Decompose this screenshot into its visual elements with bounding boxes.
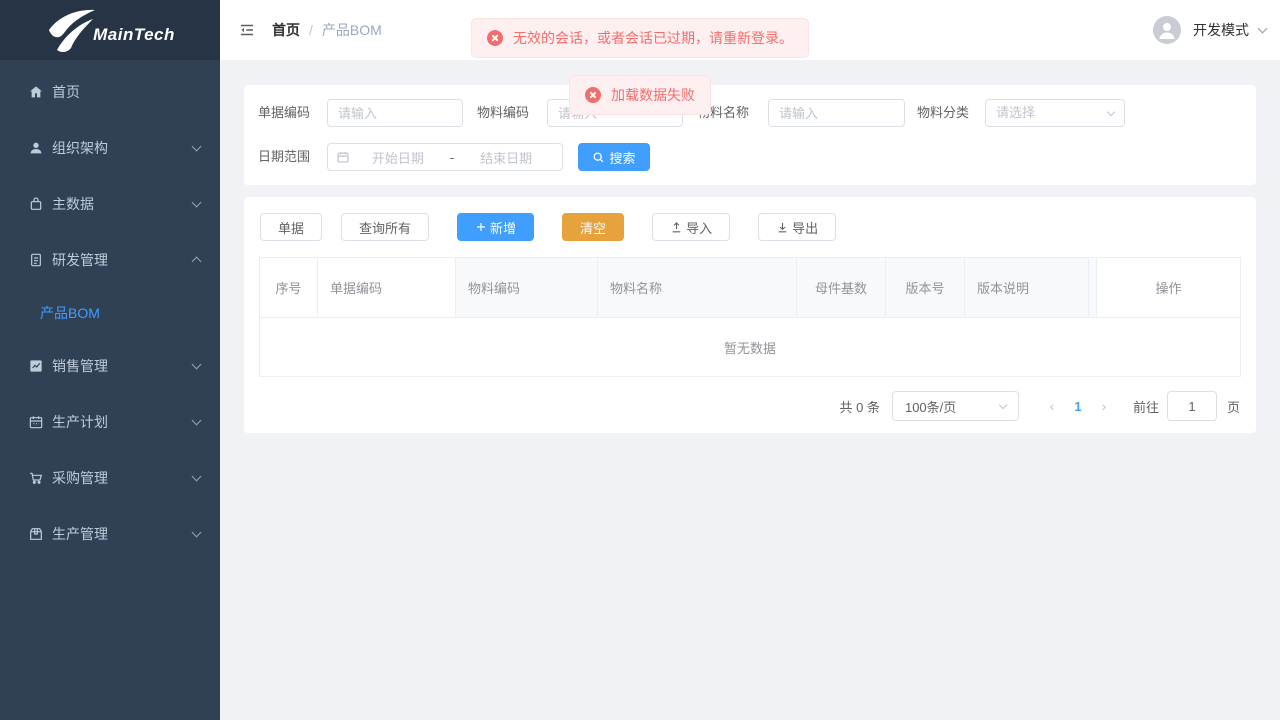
box-icon (28, 526, 44, 542)
calendar-icon (28, 414, 44, 430)
field-label-material-code: 物料编码 (477, 99, 533, 127)
start-date-placeholder: 开始日期 (350, 148, 446, 167)
download-icon (776, 221, 789, 234)
user-menu[interactable]: 开发模式 (1153, 16, 1266, 44)
goto-page-input[interactable] (1167, 391, 1217, 421)
bag-icon (28, 196, 44, 212)
chevron-down-icon (192, 142, 202, 152)
document-icon (28, 252, 44, 268)
scrollbar-gutter (1089, 258, 1097, 317)
chevron-down-icon (192, 528, 202, 538)
user-icon (28, 140, 44, 156)
sidebar-fold-icon[interactable] (238, 21, 256, 39)
col-actions: 操作 (1097, 258, 1240, 317)
home-icon (28, 84, 44, 100)
breadcrumb-current: 产品BOM (322, 20, 382, 40)
user-mode-label: 开发模式 (1193, 20, 1249, 40)
query-all-button[interactable]: 查询所有 (341, 213, 429, 241)
chevron-down-icon (1107, 107, 1115, 115)
table-empty-state: 暂无数据 (260, 318, 1240, 376)
end-date-placeholder: 结束日期 (458, 148, 554, 167)
export-button[interactable]: 导出 (758, 213, 836, 241)
goto-label: 前往 (1133, 397, 1159, 416)
field-label-doc-code: 单据编码 (258, 99, 314, 127)
table-card: 单据 查询所有 新增 清空 导入 导出 序号 单据编码 物料编码 物料名称 母件… (244, 197, 1256, 433)
logo: MainTech (0, 0, 220, 60)
sidebar-item-home[interactable]: 首页 (0, 64, 220, 120)
sidebar-item-rd-management[interactable]: 研发管理 (0, 232, 220, 288)
table-header-row: 序号 单据编码 物料编码 物料名称 母件基数 版本号 版本说明 操作 (260, 258, 1240, 318)
toast-message: 无效的会话，或者会话已过期，请重新登录。 (513, 28, 793, 48)
chevron-down-icon (192, 198, 202, 208)
search-button[interactable]: 搜索 (578, 143, 650, 171)
date-range-separator: - (446, 150, 458, 165)
breadcrumb-separator: / (309, 22, 313, 38)
sidebar-item-sales-management[interactable]: 销售管理 (0, 338, 220, 394)
upload-icon (670, 221, 683, 234)
sidebar-item-product-bom[interactable]: 产品BOM (0, 288, 220, 338)
search-form-card: 单据编码 物料编码 物料名称 物料分类 请选择 日期范围 开始日期 - 结束日期… (244, 85, 1256, 185)
plus-icon (475, 221, 487, 233)
error-circle-icon (585, 87, 601, 103)
calendar-icon (336, 150, 350, 164)
logo-text: MainTech (93, 25, 175, 45)
material-name-input[interactable] (768, 99, 905, 127)
col-doc-code: 单据编码 (318, 258, 456, 317)
field-label-material-category: 物料分类 (917, 99, 973, 127)
col-version: 版本号 (886, 258, 965, 317)
error-circle-icon (487, 30, 503, 46)
field-label-date-range: 日期范围 (258, 143, 314, 171)
add-button[interactable]: 新增 (457, 213, 534, 241)
pagination-total: 共 0 条 (840, 397, 880, 416)
page-size-select[interactable]: 100条/页 (892, 391, 1019, 421)
breadcrumb: 首页 / 产品BOM (272, 20, 382, 40)
chevron-down-icon (192, 416, 202, 426)
toolbar: 单据 查询所有 新增 清空 导入 导出 (260, 213, 855, 241)
chevron-down-icon (192, 472, 202, 482)
chevron-down-icon (192, 360, 202, 370)
logo-swoosh-icon (45, 8, 97, 52)
page-unit-label: 页 (1227, 397, 1240, 416)
next-page-button[interactable]: › (1091, 398, 1117, 414)
data-table: 序号 单据编码 物料编码 物料名称 母件基数 版本号 版本说明 操作 暂无数据 (259, 257, 1241, 377)
doc-button[interactable]: 单据 (260, 213, 322, 241)
sidebar-item-purchase-management[interactable]: 采购管理 (0, 450, 220, 506)
pagination: 共 0 条 100条/页 ‹ 1 › 前往 页 (840, 391, 1241, 421)
sidebar: MainTech 首页 组织架构 主数据 (0, 0, 220, 720)
material-category-select[interactable]: 请选择 (985, 99, 1125, 127)
toast-load-failed: 加载数据失败 (569, 75, 711, 115)
toast-message: 加载数据失败 (611, 85, 695, 105)
date-range-picker[interactable]: 开始日期 - 结束日期 (327, 143, 563, 171)
col-index: 序号 (260, 258, 318, 317)
sidebar-menu: 首页 组织架构 主数据 研发管理 产品BOM (0, 60, 220, 562)
sidebar-item-production-plan[interactable]: 生产计划 (0, 394, 220, 450)
col-parent-base: 母件基数 (797, 258, 886, 317)
col-version-desc: 版本说明 (965, 258, 1089, 317)
col-material-name: 物料名称 (598, 258, 797, 317)
current-page[interactable]: 1 (1065, 399, 1091, 414)
avatar (1153, 16, 1181, 44)
cart-icon (28, 470, 44, 486)
chevron-down-icon (999, 400, 1007, 408)
clear-button[interactable]: 清空 (562, 213, 624, 241)
import-button[interactable]: 导入 (652, 213, 730, 241)
breadcrumb-home[interactable]: 首页 (272, 20, 300, 40)
toast-session-invalid: 无效的会话，或者会话已过期，请重新登录。 (471, 18, 809, 58)
prev-page-button[interactable]: ‹ (1039, 398, 1065, 414)
doc-code-input[interactable] (327, 99, 463, 127)
sidebar-item-master-data[interactable]: 主数据 (0, 176, 220, 232)
sidebar-item-production-management[interactable]: 生产管理 (0, 506, 220, 562)
chevron-up-icon (192, 257, 202, 267)
chart-icon (28, 358, 44, 374)
chevron-down-icon (1258, 24, 1268, 34)
col-material-code: 物料编码 (456, 258, 598, 317)
sidebar-item-organization[interactable]: 组织架构 (0, 120, 220, 176)
